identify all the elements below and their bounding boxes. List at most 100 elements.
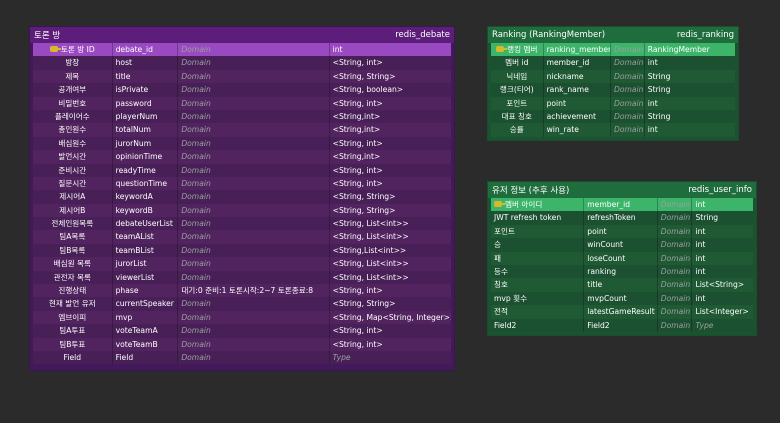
- field-label: 토론 방 ID: [33, 43, 113, 57]
- table-row[interactable]: 제시어A keywordA Domain <String, String>: [33, 190, 451, 204]
- table-row[interactable]: 대표 칭호 achievement Domain String: [491, 109, 735, 124]
- table-row[interactable]: 총인원수 totalNum Domain <String,int>: [33, 123, 451, 137]
- field-domain: Domain: [178, 217, 330, 231]
- table-row[interactable]: 전적 latestGameResult Domain List<Integer>: [491, 305, 753, 319]
- field-domain: Domain: [178, 163, 330, 177]
- table-row[interactable]: 엠브이피 mvp Domain <String, Map<String, Intege…: [33, 310, 451, 325]
- field-name: member_id: [584, 198, 658, 212]
- field-domain: Domain: [178, 136, 330, 151]
- cell-text: point: [546, 98, 566, 108]
- table-row[interactable]: JWT refresh token refreshToken Domain Strin…: [491, 211, 753, 225]
- cell-text: Domain: [181, 219, 211, 229]
- cell-text: Domain: [181, 272, 211, 282]
- primary-key-row[interactable]: 랭킹 멤버 ranking_member Domain RankingMember: [491, 43, 735, 57]
- cell-text: ranking_member: [546, 45, 612, 54]
- table-row[interactable]: 팀B투표 voteTeamB Domain <String, int>: [33, 337, 451, 351]
- table-row[interactable]: 관전자 목록 viewerList Domain <String, List<int>…: [33, 270, 451, 285]
- table-row[interactable]: 제시어B keywordB Domain <String, String>: [33, 203, 451, 218]
- table-row[interactable]: Field Field Domain Type: [33, 350, 451, 365]
- field-label: 진행상태: [33, 284, 113, 298]
- field-type: <String, int>: [330, 56, 451, 69]
- field-domain: Domain: [178, 203, 330, 218]
- table-row[interactable]: 등수 ranking Domain int: [491, 264, 753, 279]
- cell-text: 제시어B: [59, 205, 86, 215]
- table-redis-ranking[interactable]: Ranking (RankingMember) redis_ranking 랭킹…: [487, 26, 739, 141]
- table-row[interactable]: 포인트 point Domain int: [491, 96, 735, 110]
- field-label: 배심원수: [33, 136, 113, 151]
- field-name: jurorList: [113, 257, 179, 271]
- table-row[interactable]: mvp 횟수 mvpCount Domain int: [491, 291, 753, 306]
- field-label: 준비시간: [33, 163, 113, 177]
- cell-text: 승: [494, 240, 501, 250]
- table-row[interactable]: 비밀번호 password Domain <String, int>: [33, 96, 451, 110]
- table-row[interactable]: 배심원수 jurorNum Domain <String, int>: [33, 136, 451, 151]
- cell-text: Domain: [181, 245, 211, 255]
- table-rows: 토론 방 ID debate_id Domain int 방장 host Domain <St…: [30, 43, 454, 367]
- cell-text: host: [115, 58, 133, 68]
- cell-text: String: [647, 85, 671, 95]
- table-header[interactable]: Ranking (RankingMember) redis_ranking: [488, 27, 738, 43]
- table-redis-user-info[interactable]: 유저 정보 (추후 사용) redis_user_info 멤버 아이디 memb…: [487, 181, 757, 336]
- table-row[interactable]: 팀A목록 teamAList Domain <String, List<int>>: [33, 230, 451, 244]
- table-redis-debate[interactable]: 토론 방 redis_debate 토론 방 ID debate_id Domain…: [29, 26, 455, 371]
- field-name: opinionTime: [113, 150, 179, 164]
- field-label: 제시어A: [33, 190, 113, 204]
- table-rows: 랭킹 멤버 ranking_member Domain RankingMember 멤버…: [488, 43, 738, 140]
- field-label: 포인트: [491, 96, 544, 110]
- table-row[interactable]: 랭크(티어) rank_name Domain String: [491, 83, 735, 97]
- table-row[interactable]: 전체인원목록 debateUserList Domain <String, List<…: [33, 217, 451, 231]
- table-row[interactable]: 멤버 id member_id Domain int: [491, 56, 735, 70]
- table-row[interactable]: 질문시간 questionTime Domain <String, int>: [33, 176, 451, 191]
- primary-key-row[interactable]: 토론 방 ID debate_id Domain int: [33, 43, 451, 57]
- field-label: 등수: [491, 264, 585, 279]
- cell-text: jurorNum: [115, 138, 152, 148]
- table-row[interactable]: 닉네임 nickname Domain String: [491, 69, 735, 84]
- table-row[interactable]: 포인트 point Domain int: [491, 224, 753, 239]
- table-row[interactable]: 배심원 목록 jurorList Domain <String, List<int>>: [33, 257, 451, 271]
- field-domain: Domain: [658, 224, 693, 239]
- table-header[interactable]: 유저 정보 (추후 사용) redis_user_info: [488, 182, 756, 198]
- primary-key-row[interactable]: 멤버 아이디 member_id Domain int: [491, 198, 753, 212]
- cell-text: mvp 횟수: [494, 293, 528, 303]
- cell-text: debateUserList: [115, 219, 173, 229]
- field-label: 현재 발언 유저: [33, 297, 113, 311]
- field-type: int: [330, 43, 451, 56]
- field-name: nickname: [544, 69, 612, 84]
- field-domain: Domain: [658, 305, 693, 319]
- table-row[interactable]: 패 loseCount Domain int: [491, 251, 753, 265]
- field-domain: Domain: [178, 69, 330, 84]
- table-row[interactable]: 플레이어수 playerNum Domain <String,int>: [33, 109, 451, 124]
- cell-text: <String, int>: [332, 339, 383, 349]
- field-type: <String, List<int>>: [330, 230, 451, 243]
- table-row[interactable]: Field2 Field2 Domain Type: [491, 318, 753, 332]
- cell-text: int: [695, 266, 706, 276]
- table-row[interactable]: 제목 title Domain <String, String>: [33, 69, 451, 84]
- table-header[interactable]: 토론 방 redis_debate: [30, 27, 454, 43]
- table-row[interactable]: 팀B목록 teamBList Domain <String,List<int>>: [33, 243, 451, 258]
- field-type: <String, int>: [330, 324, 451, 337]
- table-row[interactable]: 진행상태 phase 대기:0 준비:1 토론시작:2~7 토론종료:8 <Strin…: [33, 284, 451, 298]
- field-type: Type: [330, 351, 451, 364]
- table-row[interactable]: 방장 host Domain <String, int>: [33, 56, 451, 70]
- cell-text: Domain: [181, 98, 211, 108]
- field-domain: Domain: [178, 310, 330, 325]
- field-name: host: [113, 56, 179, 70]
- table-row[interactable]: 공개여부 isPrivate Domain <String, boolean>: [33, 83, 451, 97]
- table-row[interactable]: 승률 win_rate Domain int: [491, 123, 735, 137]
- table-row[interactable]: 준비시간 readyTime Domain <String, int>: [33, 163, 451, 177]
- table-row[interactable]: 발언시간 opinionTime Domain <String,int>: [33, 150, 451, 164]
- cell-text: Domain: [181, 232, 211, 242]
- table-row[interactable]: 승 winCount Domain int: [491, 238, 753, 252]
- cell-text: 제목: [65, 71, 80, 81]
- cell-text: Domain: [181, 312, 211, 322]
- field-type: <String, String>: [330, 190, 451, 203]
- field-label: 대표 칭호: [491, 109, 544, 124]
- table-row[interactable]: 팀A투표 voteTeamA Domain <String, int>: [33, 324, 451, 338]
- field-name: voteTeamB: [113, 337, 179, 351]
- cell-text: member_id: [546, 58, 590, 68]
- field-type: <String, int>: [330, 97, 451, 110]
- table-row[interactable]: 현재 발언 유저 currentSpeaker Domain <String, Str…: [33, 297, 451, 311]
- cell-text: keywordB: [115, 205, 153, 215]
- cell-text: password: [115, 98, 152, 108]
- table-row[interactable]: 칭호 title Domain List<String>: [491, 278, 753, 292]
